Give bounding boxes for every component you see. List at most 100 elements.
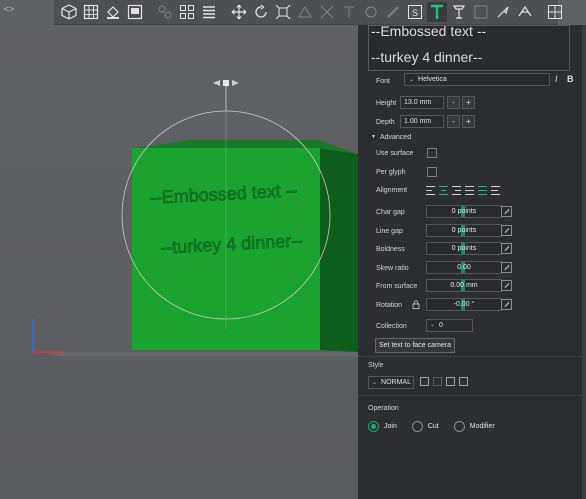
italic-button[interactable]: I — [555, 74, 558, 84]
grid-icon[interactable] — [81, 2, 101, 22]
font-label: Font — [376, 77, 391, 85]
depth-plus-button[interactable]: + — [462, 115, 475, 128]
align-right-icon[interactable] — [452, 186, 461, 195]
assembly-icon[interactable] — [471, 2, 491, 22]
cut-tool-icon[interactable] — [317, 2, 337, 22]
from-surface-slider[interactable]: 0.00 mm — [426, 279, 502, 292]
style-select[interactable]: ⌄ NORMAL — [368, 376, 414, 389]
align-center-icon[interactable] — [439, 186, 448, 195]
char-gap-label: Char gap — [376, 208, 405, 216]
remove-style-icon[interactable] — [459, 377, 468, 386]
rotation-value: -0.00 ° — [453, 301, 475, 308]
collection-select[interactable]: ⌄ 0 — [426, 319, 473, 332]
lock-icon[interactable] — [412, 300, 420, 309]
font-row: Font — [376, 74, 390, 88]
edit-icon[interactable] — [501, 280, 512, 291]
split-icon[interactable] — [545, 2, 565, 22]
edit-icon[interactable] — [501, 299, 512, 310]
gizmo-right-arrow-icon[interactable] — [232, 80, 239, 86]
text-shape-icon[interactable]: S — [405, 2, 425, 22]
advanced-toggle[interactable]: ▼ Advanced — [371, 130, 411, 144]
cut-label: Cut — [427, 423, 439, 430]
rotation-slider[interactable]: -0.00 ° — [426, 298, 502, 311]
from-surface-label: From surface — [376, 282, 418, 290]
from-surface-value: 0.00 mm — [450, 282, 478, 289]
add-style-icon[interactable] — [446, 377, 455, 386]
height-minus-button[interactable]: - — [447, 96, 460, 109]
text-properties-panel: --Embossed text -- --turkey 4 dinner-- F… — [358, 25, 586, 499]
align-top-icon[interactable] — [465, 186, 474, 195]
skew-row: Skew ratio — [376, 261, 409, 275]
height-row: Height — [376, 96, 396, 110]
style-label: Style — [368, 362, 384, 369]
char-gap-row: Char gap — [376, 205, 405, 219]
height-input[interactable]: 13.0 mm — [400, 96, 444, 109]
arrange-icon[interactable] — [155, 2, 175, 22]
operation-radio-group: Join Cut Modifier — [368, 421, 505, 432]
cut-radio[interactable] — [411, 421, 423, 432]
font-select[interactable]: ⌄ Helvetica — [404, 73, 550, 86]
depth-label: Depth — [376, 118, 395, 126]
height-plus-button[interactable]: + — [462, 96, 475, 109]
font-value: Helvetica — [418, 76, 447, 83]
use-surface-row: Use surface — [376, 146, 413, 160]
gizmo-handle[interactable] — [223, 80, 229, 86]
rotation-row: Rotation — [376, 298, 402, 312]
use-surface-checkbox[interactable] — [427, 148, 437, 158]
boldness-row: Boldness — [376, 242, 405, 256]
support-icon[interactable] — [339, 2, 359, 22]
chevron-down-icon: ⌄ — [409, 77, 415, 83]
edit-icon[interactable] — [501, 262, 512, 273]
layers-icon[interactable] — [199, 2, 219, 22]
modifier-label: Modifier — [469, 423, 495, 430]
panel-scrollbar[interactable] — [582, 25, 586, 499]
text-line-1: --Embossed text -- — [371, 25, 487, 39]
join-radio[interactable] — [368, 421, 379, 432]
height-label: Height — [376, 99, 397, 107]
rotate-icon[interactable] — [251, 2, 271, 22]
text-tool-icon[interactable] — [427, 2, 447, 22]
line-gap-slider[interactable]: 0 points — [426, 224, 502, 237]
emboss-icon[interactable] — [515, 2, 535, 22]
skew-label: Skew ratio — [376, 264, 409, 272]
paint-bucket-icon[interactable] — [103, 2, 123, 22]
cube-view-icon[interactable] — [59, 2, 79, 22]
depth-minus-button[interactable]: - — [447, 115, 460, 128]
use-surface-label: Use surface — [376, 149, 414, 157]
arrange-grid-icon[interactable] — [177, 2, 197, 22]
rotation-label: Rotation — [376, 301, 403, 309]
per-glyph-checkbox[interactable] — [427, 167, 437, 177]
section-divider — [358, 356, 586, 357]
face-camera-button[interactable]: Set text to face camera — [375, 338, 455, 353]
paint-icon[interactable] — [383, 2, 403, 22]
edit-style-icon[interactable] — [420, 377, 429, 386]
save-style-icon[interactable] — [433, 377, 442, 386]
bed-edge — [40, 352, 358, 356]
boldness-slider[interactable]: 0 points — [426, 242, 502, 255]
bold-button[interactable]: B — [567, 74, 574, 84]
collection-row: Collection — [376, 319, 407, 333]
move-icon[interactable] — [229, 2, 249, 22]
align-middle-icon[interactable] — [478, 186, 487, 195]
measure-icon[interactable] — [449, 2, 469, 22]
brush-icon[interactable] — [493, 2, 513, 22]
layout-icon[interactable] — [125, 2, 145, 22]
modifier-radio[interactable] — [453, 421, 465, 432]
char-gap-slider[interactable]: 0 points — [426, 205, 502, 218]
advanced-label: Advanced — [379, 133, 412, 141]
gizmo-left-arrow-icon[interactable] — [213, 80, 220, 86]
align-left-icon[interactable] — [426, 186, 435, 195]
line-gap-value: 0 points — [451, 227, 477, 234]
skew-slider[interactable]: 0.00 — [426, 261, 502, 274]
lay-on-face-icon[interactable] — [295, 2, 315, 22]
edit-icon[interactable] — [501, 243, 512, 254]
svg-text:S: S — [412, 8, 418, 18]
align-bottom-icon[interactable] — [491, 186, 500, 195]
depth-input[interactable]: 1.00 mm — [400, 115, 444, 128]
seam-icon[interactable] — [361, 2, 381, 22]
edit-icon[interactable] — [501, 206, 512, 217]
scale-icon[interactable] — [273, 2, 293, 22]
edit-icon[interactable] — [501, 225, 512, 236]
join-label: Join — [384, 423, 397, 430]
text-input-area[interactable]: --Embossed text -- --turkey 4 dinner-- — [368, 25, 570, 71]
